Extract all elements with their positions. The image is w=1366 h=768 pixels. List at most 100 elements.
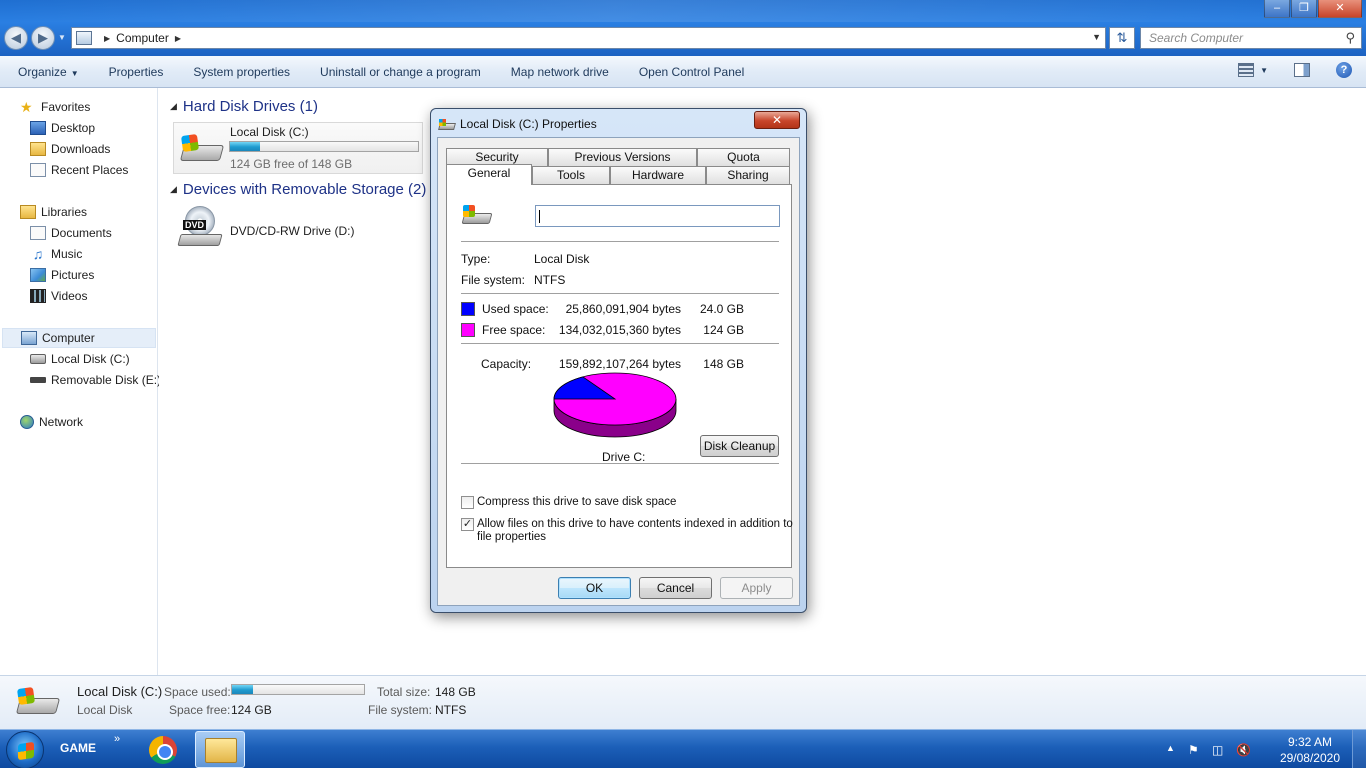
volume-label-input[interactable] (535, 205, 780, 227)
breadcrumb-computer[interactable]: Computer (116, 31, 169, 45)
index-label-line2: file properties (477, 531, 547, 543)
search-input[interactable]: Search Computer ⚲ (1140, 27, 1362, 49)
change-view-icon[interactable] (1238, 63, 1255, 77)
capacity-bytes: 159,892,107,264 bytes (558, 357, 681, 371)
search-icon[interactable]: ⚲ (1345, 30, 1355, 46)
sidebar-item-recent-places[interactable]: Recent Places (30, 160, 128, 180)
refresh-button[interactable]: ⇅ (1109, 27, 1135, 49)
drive-usage-fill (230, 142, 261, 151)
sidebar-item-network[interactable]: Network (20, 412, 83, 432)
collapse-arrow-icon[interactable]: ◢ (170, 184, 177, 195)
apply-button[interactable]: Apply (720, 577, 793, 599)
open-control-panel-button[interactable]: Open Control Panel (639, 65, 744, 79)
hard-drive-icon (15, 686, 61, 718)
taskbar-explorer[interactable] (195, 731, 245, 768)
address-bar[interactable]: ▶ Computer ▶ ▼ (71, 27, 1106, 49)
action-center-icon[interactable]: ⚑ (1188, 743, 1199, 757)
taskbar-chrome[interactable] (137, 731, 187, 768)
map-network-drive-button[interactable]: Map network drive (511, 65, 609, 79)
sidebar-item-removable-disk[interactable]: Removable Disk (E:) (30, 370, 161, 390)
tab-quota[interactable]: Quota (697, 148, 790, 166)
tab-previous-versions[interactable]: Previous Versions (548, 148, 697, 166)
tab-hardware[interactable]: Hardware (610, 166, 706, 184)
breadcrumb-arrow-icon[interactable]: ▶ (175, 34, 181, 43)
sidebar-item-favorites[interactable]: ★ Favorites (20, 97, 90, 117)
total-size-label: Total size: (377, 685, 431, 699)
dialog-title: Local Disk (C:) Properties (460, 117, 597, 131)
ok-button[interactable]: OK (558, 577, 631, 599)
window-controls: – ❐ ✕ (1263, 0, 1362, 18)
free-space-gb: 124 GB (703, 323, 744, 337)
forward-button[interactable]: ▶ (31, 26, 55, 50)
disk-usage-pie-chart (553, 372, 677, 438)
network-icon (20, 415, 34, 429)
tab-general[interactable]: General (446, 164, 532, 185)
breadcrumb-arrow-icon[interactable]: ▶ (104, 34, 110, 43)
network-status-icon[interactable]: ◫ (1212, 743, 1223, 757)
recent-pages-dropdown[interactable]: ▼ (58, 33, 66, 42)
help-icon[interactable]: ? (1336, 62, 1352, 78)
view-dropdown-icon[interactable]: ▼ (1260, 66, 1268, 75)
volume-muted-icon[interactable]: 🔇 (1236, 743, 1251, 757)
dvd-drive-name[interactable]: DVD/CD-RW Drive (D:) (230, 224, 354, 238)
tab-tools[interactable]: Tools (532, 166, 610, 184)
disk-cleanup-button[interactable]: Disk Cleanup (700, 435, 779, 457)
sidebar-item-local-disk[interactable]: Local Disk (C:) (30, 349, 130, 369)
sidebar-item-computer[interactable]: Computer (2, 328, 156, 348)
sidebar-item-videos[interactable]: Videos (30, 286, 87, 306)
sidebar-item-pictures[interactable]: Pictures (30, 265, 94, 285)
separator (461, 241, 779, 242)
compress-label: Compress this drive to save disk space (477, 496, 677, 508)
organize-menu[interactable]: Organize ▼ (18, 65, 79, 79)
music-icon: ♫ (32, 246, 44, 262)
group-header-hard-disks[interactable]: ◢ Hard Disk Drives (1) (170, 98, 318, 115)
uninstall-button[interactable]: Uninstall or change a program (320, 65, 481, 79)
system-properties-button[interactable]: System properties (193, 65, 290, 79)
used-space-label: Used space: (482, 302, 549, 316)
hard-drive-icon (438, 119, 456, 131)
sidebar-item-desktop[interactable]: Desktop (30, 118, 95, 138)
dvd-badge: DVD (183, 220, 207, 230)
separator (461, 293, 779, 294)
separator (461, 463, 779, 464)
cancel-button[interactable]: Cancel (639, 577, 712, 599)
total-size-value: 148 GB (435, 685, 476, 699)
details-drive-type: Local Disk (77, 703, 133, 717)
collapse-arrow-icon[interactable]: ◢ (170, 101, 177, 112)
show-hidden-icons-icon[interactable]: ▲ (1166, 743, 1175, 753)
file-system-label: File system: (368, 703, 433, 717)
address-dropdown-icon[interactable]: ▼ (1092, 32, 1101, 42)
sidebar-item-libraries[interactable]: Libraries (20, 202, 87, 222)
general-tab-page: Type: Local Disk File system: NTFS Used … (446, 184, 793, 568)
show-desktop-button[interactable] (1352, 730, 1366, 768)
toolbar-expand-icon[interactable]: » (114, 733, 120, 745)
sidebar-item-documents[interactable]: Documents (30, 223, 112, 243)
compress-checkbox[interactable] (461, 496, 474, 509)
tab-sharing[interactable]: Sharing (706, 166, 790, 184)
toolbar-label[interactable]: GAME (60, 741, 96, 755)
drive-free-text: 124 GB free of 148 GB (230, 157, 353, 171)
type-value: Local Disk (534, 252, 590, 266)
close-button[interactable]: ✕ (1318, 0, 1362, 18)
properties-button[interactable]: Properties (109, 65, 164, 79)
videos-icon (30, 289, 46, 303)
space-used-label: Space used: (164, 685, 231, 699)
index-checkbox[interactable]: ✓ (461, 518, 474, 531)
details-drive-name: Local Disk (C:) (77, 684, 163, 699)
space-free-value: 124 GB (231, 703, 272, 717)
libraries-icon (20, 205, 36, 219)
dialog-close-button[interactable]: ✕ (754, 111, 800, 129)
computer-icon (76, 31, 92, 45)
minimize-button[interactable]: – (1264, 0, 1290, 18)
maximize-button[interactable]: ❐ (1291, 0, 1317, 18)
drive-tile-local-disk[interactable]: Local Disk (C:) 124 GB free of 148 GB (173, 122, 423, 174)
dvd-drive-icon[interactable]: DVD (177, 206, 223, 252)
back-button[interactable]: ◀ (4, 26, 28, 50)
group-header-removable[interactable]: ◢ Devices with Removable Storage (2) (170, 181, 426, 198)
clock[interactable]: 9:32 AM 29/08/2020 (1280, 734, 1340, 766)
sidebar-item-music[interactable]: ♫ Music (30, 244, 83, 264)
sidebar-item-downloads[interactable]: Downloads (30, 139, 110, 159)
preview-pane-icon[interactable] (1294, 63, 1310, 77)
start-button[interactable] (6, 731, 44, 768)
free-space-swatch (461, 323, 475, 337)
